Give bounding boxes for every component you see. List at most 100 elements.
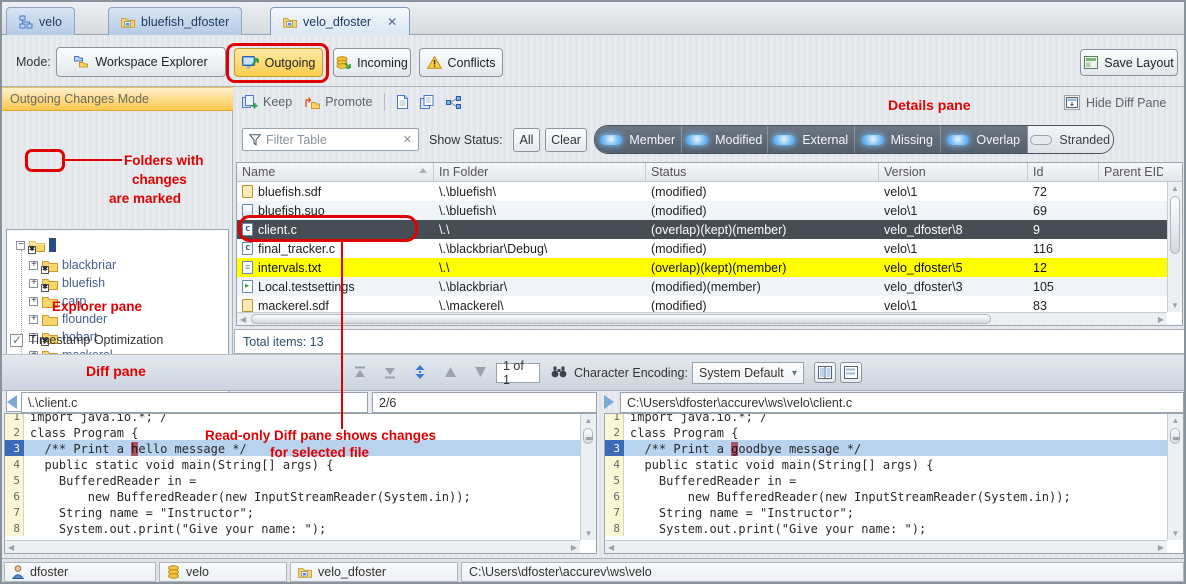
expand-icon[interactable] [29,297,38,306]
previous-diff-icon[interactable] [441,364,459,380]
find-binoculars-icon[interactable] [550,364,568,380]
tree-item-bluefish[interactable]: ✱ bluefish [29,274,105,292]
table-row-overlap[interactable]: intervals.txt \.\(overlap)(kept)(member)… [237,258,1182,277]
tab-velo[interactable]: velo [6,7,75,35]
expand-diffs-icon[interactable] [411,364,429,380]
scrollbar-thumb[interactable] [1170,428,1180,444]
last-diff-icon[interactable] [381,364,399,380]
status-all-button[interactable]: All [513,128,540,152]
column-header-version[interactable]: Version [879,163,1028,181]
scroll-left-icon[interactable]: ◀ [240,316,246,324]
column-header-in-folder[interactable]: In Folder [434,163,646,181]
workspace-explorer-button[interactable]: Workspace Explorer [56,47,226,77]
tree-item-root[interactable]: ✱ [16,236,56,254]
workspace-icon [283,16,297,28]
scrollbar-thumb[interactable] [1170,196,1180,254]
scroll-up-icon[interactable]: ▲ [1168,182,1182,193]
tab-velo-dfoster[interactable]: velo_dfoster ✕ [270,7,410,35]
character-encoding-select[interactable]: System Default ▾ [692,362,804,384]
scroll-down-icon[interactable]: ▼ [581,530,596,538]
changes-badge-icon: ✱ [28,246,36,254]
toggle-overlap[interactable]: Overlap [941,126,1028,153]
file-icon [242,299,253,312]
keep-button[interactable]: Keep [242,95,292,109]
expand-icon[interactable] [29,315,38,324]
column-header-status[interactable]: Status [646,163,879,181]
scroll-down-icon[interactable]: ▼ [1168,302,1182,310]
editor-horizontal-scrollbar[interactable]: ◀ ▶ [605,540,1167,553]
column-header-id[interactable]: Id [1028,163,1099,181]
editor-horizontal-scrollbar[interactable]: ◀ ▶ [5,540,580,553]
scroll-down-icon[interactable]: ▼ [1168,530,1183,538]
incoming-icon [336,56,351,70]
filter-text-field[interactable] [266,133,398,147]
side-by-side-view-button[interactable] [814,362,836,383]
next-diff-icon[interactable] [471,364,489,380]
line-number: 8 [5,520,24,536]
line-number: 4 [5,456,24,472]
table-row[interactable]: Local.testsettings \.\blackbriar\(modifi… [237,277,1182,296]
toggle-missing[interactable]: Missing [855,126,942,153]
first-diff-icon[interactable] [351,364,369,380]
conflicts-button[interactable]: Conflicts [419,48,503,77]
scrollbar-thumb[interactable] [251,314,991,324]
table-row[interactable]: bluefish.sdf \.\bluefish\(modified) velo… [237,182,1182,201]
scroll-left-icon[interactable]: ◀ [608,544,614,552]
scroll-left-icon[interactable]: ◀ [8,544,14,552]
scroll-up-icon[interactable]: ▲ [581,414,596,425]
outgoing-label: Outgoing [265,56,316,70]
expand-icon[interactable] [29,279,38,288]
toggle-modified[interactable]: Modified [682,126,769,153]
diff-overview-mark [586,437,593,440]
checkbox-checked-icon[interactable] [10,334,23,347]
save-layout-button[interactable]: Save Layout [1080,49,1178,76]
code-line: 8 System.out.print("Give your name: "); [605,520,1167,536]
status-bar: dfoster velo velo_dfoster C:\Users\dfost… [2,558,1184,584]
filter-table-input[interactable]: ✕ [242,128,419,151]
clear-filter-icon[interactable]: ✕ [403,133,412,146]
toggle-external[interactable]: External [768,126,855,153]
merge-right-icon[interactable] [604,395,614,409]
scroll-right-icon[interactable]: ▶ [1158,316,1164,324]
toggle-member[interactable]: Member [595,126,682,153]
table-row[interactable]: final_tracker.c \.\blackbriar\Debug\(mod… [237,239,1182,258]
annotation-details-pane: Details pane [888,97,970,113]
diff-counter-field[interactable]: 1 of 1 [496,363,540,383]
status-clear-button[interactable]: Clear [545,128,587,152]
status-path-cell: C:\Users\dfoster\accurev\ws\velo [461,562,1184,582]
copy-icon[interactable] [420,95,434,109]
unified-view-button[interactable] [840,362,862,383]
scroll-right-icon[interactable]: ▶ [1158,544,1164,552]
promote-button[interactable]: Promote [304,95,372,109]
ancestry-icon[interactable] [446,96,461,109]
code-line: 5 BufferedReader in = [5,472,580,488]
hide-diff-pane-button[interactable]: Hide Diff Pane [1064,95,1166,110]
collapse-icon[interactable] [16,241,25,250]
toggle-stranded[interactable]: Stranded [1028,126,1114,153]
outgoing-button[interactable]: Outgoing [234,48,323,77]
view-file-icon[interactable] [397,95,408,109]
scroll-up-icon[interactable]: ▲ [1168,414,1183,425]
table-horizontal-scrollbar[interactable]: ◀ ▶ [237,312,1167,325]
merge-left-icon[interactable] [7,395,17,409]
folder-icon: ✱ [29,239,45,252]
save-layout-label: Save Layout [1104,56,1174,70]
tab-close-icon[interactable]: ✕ [387,15,397,29]
tab-bluefish-dfoster[interactable]: bluefish_dfoster [108,7,242,35]
table-row-selected[interactable]: client.c \.\(overlap)(kept)(member) velo… [237,220,1182,239]
table-vertical-scrollbar[interactable]: ▲ ▼ [1167,182,1182,312]
timestamp-optimization-toggle[interactable]: Timestamp Optimization [10,333,163,347]
scroll-right-icon[interactable]: ▶ [571,544,577,552]
column-header-name[interactable]: Name [237,163,434,181]
toggle-pill-icon [947,135,969,145]
expand-icon[interactable] [29,261,38,270]
code-line: 1import java.io.*; / [5,413,580,424]
incoming-button[interactable]: Incoming [333,48,411,77]
editor-vertical-scrollbar[interactable]: ▲ ▼ [580,414,596,540]
column-header-parent-eid[interactable]: Parent EID [1099,163,1163,181]
table-header: Name In Folder Status Version Id Parent … [237,163,1182,182]
tree-item-blackbriar[interactable]: ✱ blackbriar [29,256,116,274]
table-row[interactable]: bluefish.suo \.\bluefish\(modified) velo… [237,201,1182,220]
editor-vertical-scrollbar[interactable]: ▲ ▼ [1167,414,1183,540]
scrollbar-thumb[interactable] [583,428,593,444]
